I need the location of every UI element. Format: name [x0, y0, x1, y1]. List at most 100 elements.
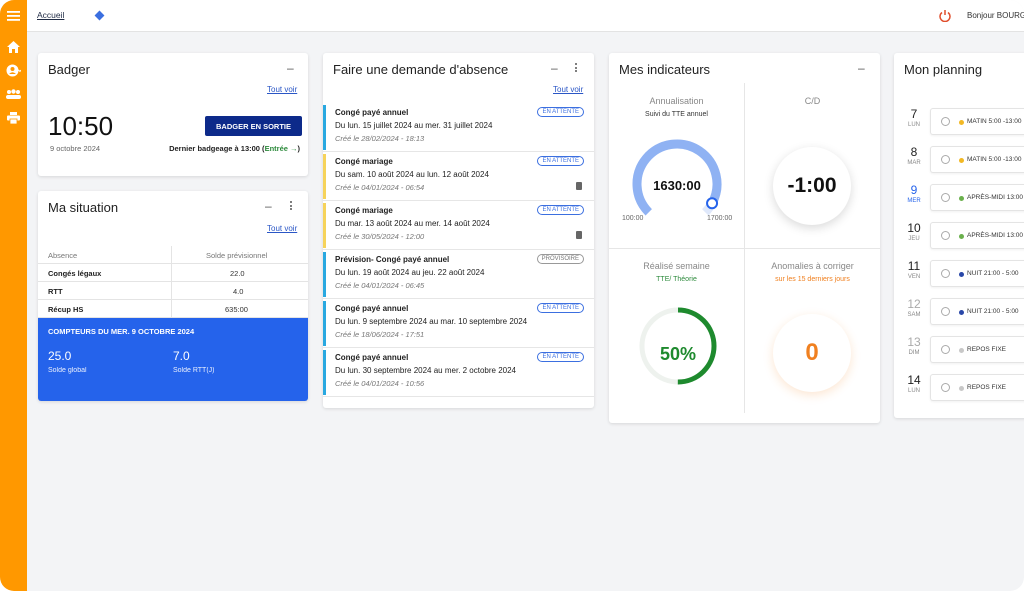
day-of-week: MER: [907, 198, 921, 204]
day-number: 7: [910, 107, 918, 121]
badge-out-button[interactable]: BADGER EN SORTIE: [205, 116, 302, 136]
status-color-bar: [323, 105, 326, 150]
planning-slot[interactable]: NUIT 21:00 - 5:00: [930, 260, 1024, 287]
day-number: 8: [910, 145, 918, 159]
collapse-icon[interactable]: –: [858, 61, 865, 75]
day-of-week: MAR: [907, 160, 921, 166]
greeting: Bonjour BOURG: [967, 11, 1024, 20]
absence-see-all[interactable]: Tout voir: [553, 85, 583, 94]
planning-slot[interactable]: MATIN 5:00 -13:00: [930, 108, 1024, 135]
team-icon[interactable]: [5, 86, 22, 103]
absence-request-item[interactable]: Congé mariage Du sam. 10 août 2024 au lun…: [323, 152, 594, 201]
situation-title: Ma situation: [48, 200, 119, 215]
cd-title: C/D: [804, 96, 821, 106]
planning-slot[interactable]: REPOS FIXE: [930, 336, 1024, 363]
planning-day: 11 VEN: [894, 259, 934, 280]
planning-day: 7 LUN: [894, 107, 934, 128]
absence-request-item[interactable]: Congé payé annuel Du lun. 15 juillet 2024…: [323, 103, 594, 152]
shift-dot: [959, 158, 964, 163]
clock-icon: [941, 117, 950, 126]
planning-slot[interactable]: REPOS FIXE: [930, 374, 1024, 401]
top-bar: Accueil Bonjour BOURG: [27, 0, 1024, 32]
week-title: Réalisé semaine: [643, 261, 710, 271]
status-badge: EN ATTENTE: [537, 156, 584, 166]
last-badge-info: Dernier badgeage à 13:00 (Entrée →): [169, 144, 300, 153]
counter-value: 7.0: [173, 349, 190, 363]
planning-card: Mon planning 7 LUN MATIN 5:00 -13:00 8 MAR MA…: [894, 53, 1024, 418]
power-icon[interactable]: [939, 9, 951, 27]
week-value: 50%: [659, 344, 697, 364]
gauge-min: 100:00: [622, 215, 644, 222]
planning-slot[interactable]: NUIT 21:00 - 5:00: [930, 298, 1024, 325]
planning-day: 9 MER: [894, 183, 934, 204]
absence-type: Congé payé annuel: [335, 304, 409, 313]
badger-card: Badger – Tout voir 10:50 9 octobre 2024 …: [38, 53, 308, 176]
anomalies-title: Anomalies à corriger: [771, 261, 854, 271]
menu-icon[interactable]: [5, 7, 22, 24]
clock-time: 10:50: [48, 111, 114, 141]
indicators-card: Mes indicateurs – Annualisation Suivi du…: [609, 53, 880, 423]
planning-slot[interactable]: MATIN 5:00 -13:00: [930, 146, 1024, 173]
breadcrumb-home[interactable]: Accueil: [37, 10, 64, 20]
status-badge: EN ATTENTE: [537, 303, 584, 313]
counter-value: 25.0: [48, 349, 72, 363]
annualisation-title: Annualisation: [649, 96, 704, 106]
shift-dot: [959, 196, 964, 201]
shift-label: APRÈS-MIDI 13:00 -: [967, 194, 1024, 201]
situation-table-header: Absence Solde prévisionnel: [38, 246, 308, 264]
document-icon[interactable]: [576, 182, 582, 190]
absence-created: Créé le 28/02/2024 - 18:13: [335, 134, 425, 143]
home-icon[interactable]: [5, 38, 22, 55]
day-number: 10: [907, 221, 921, 235]
badger-see-all[interactable]: Tout voir: [267, 85, 297, 94]
day-of-week: DIM: [908, 350, 920, 356]
status-badge: EN ATTENTE: [537, 352, 584, 362]
annualisation-sub: Suivi du TTE annuel: [645, 111, 708, 118]
planning-slot[interactable]: APRÈS-MIDI 13:00 -: [930, 222, 1024, 249]
cd-value: -1:00: [773, 147, 851, 225]
column-divider: [171, 246, 172, 318]
day-number: 12: [907, 297, 921, 311]
absence-request-item[interactable]: Prévision- Congé payé annuel Du lun. 19 a…: [323, 250, 594, 299]
planning-day: 12 SAM: [894, 297, 934, 318]
absence-title: Faire une demande d'absence: [333, 62, 509, 77]
status-color-bar: [323, 203, 326, 248]
day-number: 14: [907, 373, 921, 387]
collapse-icon[interactable]: –: [265, 199, 272, 213]
planning-day: 14 LUN: [894, 373, 934, 394]
counters-title: COMPTEURS DU MER. 9 OCTOBRE 2024: [48, 327, 195, 336]
clock-icon: [941, 155, 950, 164]
status-color-bar: [323, 252, 326, 297]
status-badge: EN ATTENTE: [537, 205, 584, 215]
status-color-bar: [323, 350, 326, 395]
absence-period: Du lun. 30 septembre 2024 au mer. 2 octo…: [335, 366, 517, 375]
collapse-icon[interactable]: –: [287, 61, 294, 75]
day-number: 11: [907, 259, 921, 273]
planning-slot[interactable]: APRÈS-MIDI 13:00 -: [930, 184, 1024, 211]
shift-dot: [959, 386, 964, 391]
more-icon[interactable]: [290, 201, 293, 212]
shift-label: MATIN 5:00 -13:00: [967, 156, 1022, 163]
document-icon[interactable]: [576, 231, 582, 239]
absence-type: Congé payé annuel: [335, 108, 409, 117]
shift-label: APRÈS-MIDI 13:00 -: [967, 232, 1024, 239]
row-value: 22.0: [230, 269, 245, 278]
collapse-icon[interactable]: –: [551, 61, 558, 75]
situation-see-all[interactable]: Tout voir: [267, 224, 297, 233]
absence-created: Créé le 18/06/2024 - 17:51: [335, 330, 425, 339]
print-icon[interactable]: [5, 109, 22, 126]
clock-icon: [941, 269, 950, 278]
badger-title: Badger: [48, 62, 90, 77]
user-icon[interactable]: [5, 62, 22, 79]
absence-request-item[interactable]: Congé payé annuel Du lun. 30 septembre 20…: [323, 348, 594, 397]
more-icon[interactable]: [575, 63, 578, 74]
absence-type: Prévision- Congé payé annuel: [335, 255, 450, 264]
absence-period: Du lun. 19 août 2024 au jeu. 22 août 202…: [335, 268, 485, 277]
day-of-week: VEN: [907, 274, 921, 280]
day-of-week: JEU: [908, 236, 920, 242]
absence-request-item[interactable]: Congé payé annuel Du lun. 9 septembre 202…: [323, 299, 594, 348]
shift-dot: [959, 234, 964, 239]
week-sub: TTE/ Théorie: [656, 276, 697, 283]
absence-request-item[interactable]: Congé mariage Du mar. 13 août 2024 au mer…: [323, 201, 594, 250]
counter-label: Solde global: [48, 367, 87, 374]
